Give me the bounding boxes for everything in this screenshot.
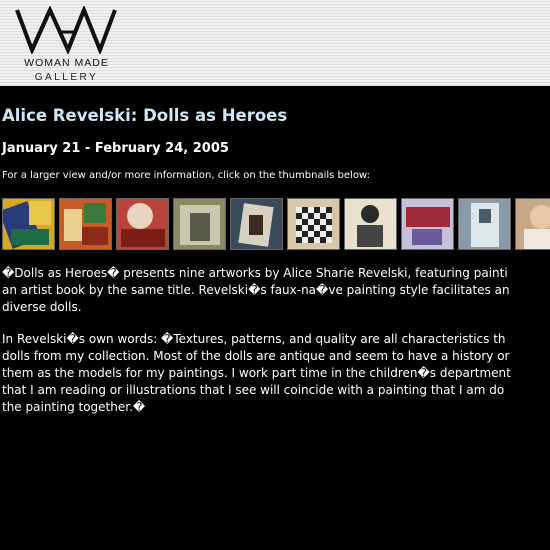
site-header: WOMAN MADE GALLERY xyxy=(0,0,550,86)
paragraph-line: �Dolls as Heroes� presents nine artworks… xyxy=(2,266,508,280)
paragraph-line: the painting together.� xyxy=(2,400,146,414)
thumbnail-10[interactable] xyxy=(515,198,550,250)
logo-sub: GALLERY xyxy=(34,72,99,83)
paragraph-line: dolls from my collection. Most of the do… xyxy=(2,349,510,363)
paragraph-line: them as the models for my paintings. I w… xyxy=(2,366,511,380)
thumbnail-4[interactable] xyxy=(173,198,226,250)
exhibit-dates: January 21 - February 24, 2005 xyxy=(2,141,229,156)
thumbnail-2[interactable] xyxy=(59,198,112,250)
thumbnail-3[interactable] xyxy=(116,198,169,250)
thumbnail-7[interactable] xyxy=(344,198,397,250)
thumbnail-strip xyxy=(2,198,550,250)
paragraph-line: an artist book by the same title. Revels… xyxy=(2,283,510,297)
instructions-text: For a larger view and/or more informatio… xyxy=(2,170,370,181)
description-paragraph-1: �Dolls as Heroes� presents nine artworks… xyxy=(2,265,550,316)
thumbnail-1[interactable] xyxy=(2,198,55,250)
description-paragraph-2: In Revelski�s own words: �Textures, patt… xyxy=(2,331,550,416)
thumbnail-9[interactable] xyxy=(458,198,511,250)
wm-monogram-icon xyxy=(15,6,117,54)
thumbnail-8[interactable] xyxy=(401,198,454,250)
paragraph-line: diverse dolls. xyxy=(2,300,82,314)
paragraph-line: that I am reading or illustrations that … xyxy=(2,383,505,397)
exhibit-title: Alice Revelski: Dolls as Heroes xyxy=(2,106,288,125)
thumbnail-5[interactable] xyxy=(230,198,283,250)
paragraph-line: In Revelski�s own words: �Textures, patt… xyxy=(2,332,506,346)
gallery-logo[interactable]: WOMAN MADE GALLERY xyxy=(14,6,119,84)
logo-name: WOMAN MADE xyxy=(24,57,109,69)
thumbnail-6[interactable] xyxy=(287,198,340,250)
